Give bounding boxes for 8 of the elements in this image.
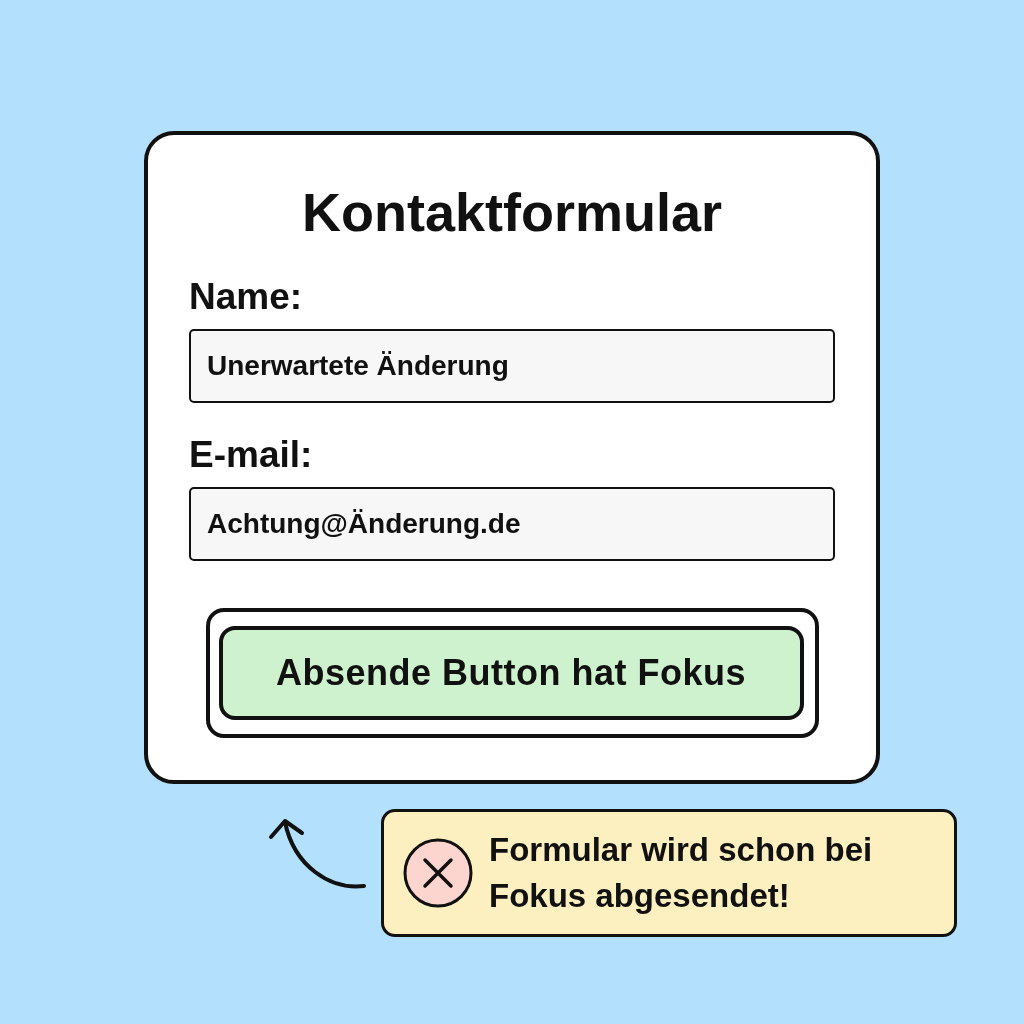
text-input[interactable]: Unerwartete Änderung — [189, 329, 835, 403]
submit-button[interactable]: Absende Button hat Fokus — [218, 626, 804, 720]
form-title: Kontaktformular — [302, 181, 722, 244]
field-label: Name: — [189, 275, 303, 319]
text-input[interactable]: Achtung@Änderung.de — [189, 487, 835, 561]
callout-message: Formular wird schon bei Fokus abgesendet! — [489, 830, 874, 916]
field-label: E-mail: — [189, 433, 313, 477]
cross-circle-icon — [403, 838, 473, 908]
